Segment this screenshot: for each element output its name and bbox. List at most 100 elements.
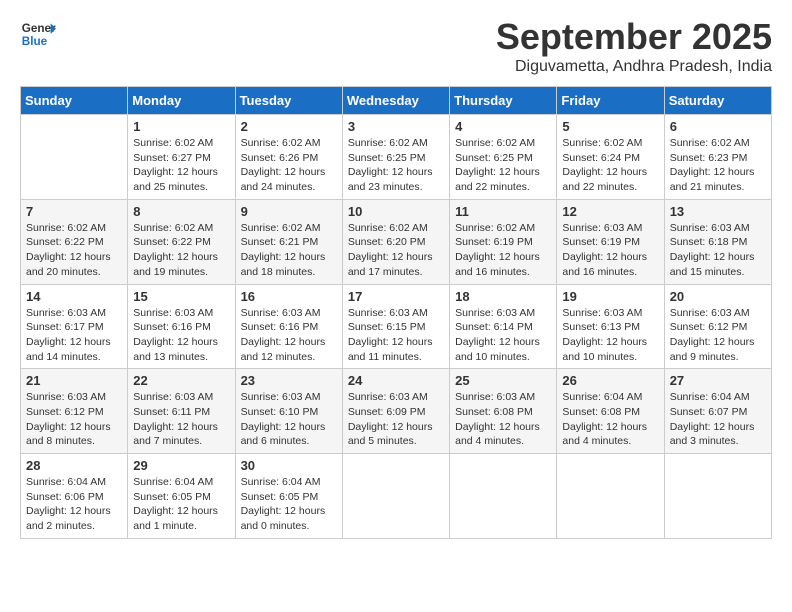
calendar-week-row: 28Sunrise: 6:04 AM Sunset: 6:06 PM Dayli… — [21, 454, 772, 539]
day-detail: Sunrise: 6:04 AM Sunset: 6:05 PM Dayligh… — [241, 475, 337, 534]
day-number: 15 — [133, 289, 229, 304]
calendar-cell: 8 Sunrise: 6:02 AM Sunset: 6:22 PM Daylig… — [128, 199, 235, 284]
day-number: 30 — [241, 458, 337, 473]
calendar-cell: 7Sunrise: 6:02 AM Sunset: 6:22 PM Daylig… — [21, 199, 128, 284]
calendar-header: SundayMondayTuesdayWednesdayThursdayFrid… — [21, 87, 772, 115]
day-number: 19 — [562, 289, 658, 304]
day-number: 17 — [348, 289, 444, 304]
day-number: 18 — [455, 289, 551, 304]
day-detail: Sunrise: 6:02 AM Sunset: 6:22 PM Dayligh… — [133, 221, 229, 280]
calendar-week-row: 14 Sunrise: 6:03 AM Sunset: 6:17 PM Dayli… — [21, 284, 772, 369]
day-number: 12 — [562, 204, 658, 219]
day-detail: Sunrise: 6:03 AM Sunset: 6:12 PM Dayligh… — [670, 306, 766, 365]
day-number: 29 — [133, 458, 229, 473]
logo: General Blue — [20, 16, 56, 52]
day-number: 27 — [670, 373, 766, 388]
calendar-week-row: 1 Sunrise: 6:02 AM Sunset: 6:27 PM Daylig… — [21, 115, 772, 200]
calendar-cell: 14 Sunrise: 6:03 AM Sunset: 6:17 PM Dayli… — [21, 284, 128, 369]
day-detail: Sunrise: 6:03 AM Sunset: 6:12 PM Dayligh… — [26, 390, 122, 449]
header-row: SundayMondayTuesdayWednesdayThursdayFrid… — [21, 87, 772, 115]
calendar-cell — [450, 454, 557, 539]
calendar-cell — [557, 454, 664, 539]
day-number: 24 — [348, 373, 444, 388]
calendar-cell: 25 Sunrise: 6:03 AM Sunset: 6:08 PM Dayli… — [450, 369, 557, 454]
header: General Blue September 2025 Diguvametta,… — [20, 16, 772, 76]
day-detail: Sunrise: 6:02 AM Sunset: 6:22 PM Dayligh… — [26, 221, 122, 280]
day-number: 8 — [133, 204, 229, 219]
logo-icon: General Blue — [20, 16, 56, 52]
calendar-cell — [664, 454, 771, 539]
day-detail: Sunrise: 6:02 AM Sunset: 6:24 PM Dayligh… — [562, 136, 658, 195]
calendar-cell: 13 Sunrise: 6:03 AM Sunset: 6:18 PM Dayli… — [664, 199, 771, 284]
day-detail: Sunrise: 6:03 AM Sunset: 6:08 PM Dayligh… — [455, 390, 551, 449]
day-detail: Sunrise: 6:03 AM Sunset: 6:10 PM Dayligh… — [241, 390, 337, 449]
calendar-cell: 10 Sunrise: 6:02 AM Sunset: 6:20 PM Dayli… — [342, 199, 449, 284]
day-detail: Sunrise: 6:03 AM Sunset: 6:16 PM Dayligh… — [133, 306, 229, 365]
day-number: 14 — [26, 289, 122, 304]
day-detail: Sunrise: 6:03 AM Sunset: 6:14 PM Dayligh… — [455, 306, 551, 365]
calendar-cell: 24 Sunrise: 6:03 AM Sunset: 6:09 PM Dayli… — [342, 369, 449, 454]
calendar-cell: 21 Sunrise: 6:03 AM Sunset: 6:12 PM Dayli… — [21, 369, 128, 454]
day-detail: Sunrise: 6:02 AM Sunset: 6:25 PM Dayligh… — [348, 136, 444, 195]
calendar-cell: 2 Sunrise: 6:02 AM Sunset: 6:26 PM Daylig… — [235, 115, 342, 200]
calendar-cell: 29 Sunrise: 6:04 AM Sunset: 6:05 PM Dayli… — [128, 454, 235, 539]
day-number: 13 — [670, 204, 766, 219]
day-detail: Sunrise: 6:03 AM Sunset: 6:17 PM Dayligh… — [26, 306, 122, 365]
weekday-header: Wednesday — [342, 87, 449, 115]
calendar-cell: 3 Sunrise: 6:02 AM Sunset: 6:25 PM Daylig… — [342, 115, 449, 200]
weekday-header: Saturday — [664, 87, 771, 115]
calendar-cell: 20 Sunrise: 6:03 AM Sunset: 6:12 PM Dayli… — [664, 284, 771, 369]
day-detail: Sunrise: 6:02 AM Sunset: 6:27 PM Dayligh… — [133, 136, 229, 195]
day-number: 26 — [562, 373, 658, 388]
calendar-cell: 16Sunrise: 6:03 AM Sunset: 6:16 PM Dayli… — [235, 284, 342, 369]
calendar-cell: 27Sunrise: 6:04 AM Sunset: 6:07 PM Dayli… — [664, 369, 771, 454]
day-detail: Sunrise: 6:03 AM Sunset: 6:19 PM Dayligh… — [562, 221, 658, 280]
calendar-cell: 15 Sunrise: 6:03 AM Sunset: 6:16 PM Dayli… — [128, 284, 235, 369]
day-detail: Sunrise: 6:03 AM Sunset: 6:11 PM Dayligh… — [133, 390, 229, 449]
calendar-cell: 17Sunrise: 6:03 AM Sunset: 6:15 PM Dayli… — [342, 284, 449, 369]
calendar-cell: 4 Sunrise: 6:02 AM Sunset: 6:25 PM Daylig… — [450, 115, 557, 200]
day-detail: Sunrise: 6:03 AM Sunset: 6:18 PM Dayligh… — [670, 221, 766, 280]
day-detail: Sunrise: 6:02 AM Sunset: 6:20 PM Dayligh… — [348, 221, 444, 280]
calendar-cell: 1 Sunrise: 6:02 AM Sunset: 6:27 PM Daylig… — [128, 115, 235, 200]
weekday-header: Sunday — [21, 87, 128, 115]
calendar-cell: 26Sunrise: 6:04 AM Sunset: 6:08 PM Dayli… — [557, 369, 664, 454]
day-number: 25 — [455, 373, 551, 388]
calendar-cell: 9Sunrise: 6:02 AM Sunset: 6:21 PM Daylig… — [235, 199, 342, 284]
svg-text:Blue: Blue — [22, 35, 48, 48]
day-number: 16 — [241, 289, 337, 304]
calendar-cell — [21, 115, 128, 200]
day-number: 4 — [455, 119, 551, 134]
day-number: 2 — [241, 119, 337, 134]
day-number: 3 — [348, 119, 444, 134]
calendar-body: 1 Sunrise: 6:02 AM Sunset: 6:27 PM Daylig… — [21, 115, 772, 539]
month-title: September 2025 — [496, 16, 772, 58]
day-number: 21 — [26, 373, 122, 388]
day-detail: Sunrise: 6:02 AM Sunset: 6:25 PM Dayligh… — [455, 136, 551, 195]
day-number: 22 — [133, 373, 229, 388]
calendar-cell: 22 Sunrise: 6:03 AM Sunset: 6:11 PM Dayli… — [128, 369, 235, 454]
day-detail: Sunrise: 6:02 AM Sunset: 6:23 PM Dayligh… — [670, 136, 766, 195]
day-number: 20 — [670, 289, 766, 304]
calendar-cell: 30 Sunrise: 6:04 AM Sunset: 6:05 PM Dayli… — [235, 454, 342, 539]
calendar-week-row: 7Sunrise: 6:02 AM Sunset: 6:22 PM Daylig… — [21, 199, 772, 284]
day-detail: Sunrise: 6:04 AM Sunset: 6:05 PM Dayligh… — [133, 475, 229, 534]
calendar-cell: 5Sunrise: 6:02 AM Sunset: 6:24 PM Daylig… — [557, 115, 664, 200]
title-section: September 2025 Diguvametta, Andhra Prade… — [496, 16, 772, 76]
day-detail: Sunrise: 6:03 AM Sunset: 6:13 PM Dayligh… — [562, 306, 658, 365]
calendar-cell: 28Sunrise: 6:04 AM Sunset: 6:06 PM Dayli… — [21, 454, 128, 539]
weekday-header: Monday — [128, 87, 235, 115]
day-number: 6 — [670, 119, 766, 134]
day-detail: Sunrise: 6:02 AM Sunset: 6:26 PM Dayligh… — [241, 136, 337, 195]
calendar-cell: 18 Sunrise: 6:03 AM Sunset: 6:14 PM Dayli… — [450, 284, 557, 369]
calendar-cell: 19 Sunrise: 6:03 AM Sunset: 6:13 PM Dayli… — [557, 284, 664, 369]
calendar-cell — [342, 454, 449, 539]
weekday-header: Thursday — [450, 87, 557, 115]
day-number: 23 — [241, 373, 337, 388]
calendar-cell: 12 Sunrise: 6:03 AM Sunset: 6:19 PM Dayli… — [557, 199, 664, 284]
day-number: 1 — [133, 119, 229, 134]
day-detail: Sunrise: 6:03 AM Sunset: 6:09 PM Dayligh… — [348, 390, 444, 449]
day-number: 9 — [241, 204, 337, 219]
day-number: 10 — [348, 204, 444, 219]
calendar-cell: 6 Sunrise: 6:02 AM Sunset: 6:23 PM Daylig… — [664, 115, 771, 200]
